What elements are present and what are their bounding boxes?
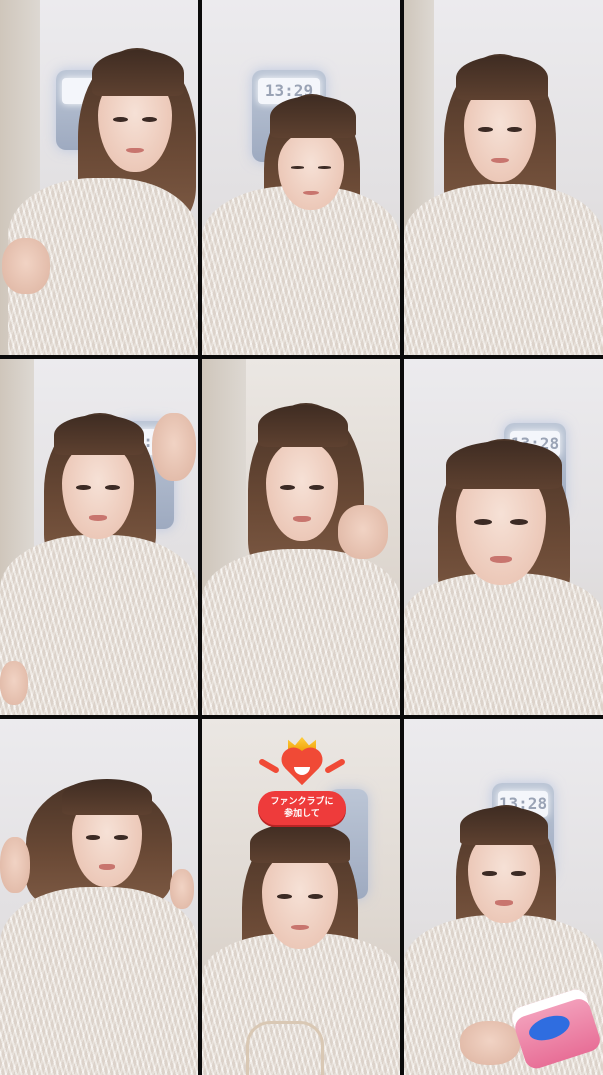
hand bbox=[2, 238, 50, 294]
heart-arm bbox=[257, 757, 281, 775]
fuzzy-sweater bbox=[202, 186, 400, 355]
bangs bbox=[62, 779, 152, 815]
bangs bbox=[92, 50, 184, 96]
video-tile-1[interactable] bbox=[0, 0, 198, 355]
video-tile-5[interactable] bbox=[202, 359, 400, 715]
video-tile-4[interactable]: 13:28 bbox=[0, 359, 198, 715]
video-tile-6[interactable]: 13:28 bbox=[404, 359, 603, 715]
bag-handle bbox=[246, 1021, 324, 1075]
fuzzy-sweater bbox=[404, 184, 603, 355]
bangs bbox=[54, 415, 144, 455]
heart-arm bbox=[323, 757, 347, 775]
fuzzy-sweater bbox=[0, 535, 198, 715]
bangs bbox=[270, 96, 356, 138]
bangs bbox=[258, 405, 348, 447]
video-grid: 13:29 13:28 13:28 ファンクラブに 参加して 13:28 bbox=[0, 0, 603, 1075]
fan-club-sticker[interactable]: ファンクラブに 参加して bbox=[252, 737, 352, 833]
video-tile-9[interactable]: 13:28 bbox=[404, 719, 603, 1075]
video-tile-2[interactable]: 13:29 bbox=[202, 0, 400, 355]
sticker-line-1: ファンクラブに bbox=[270, 797, 334, 807]
fuzzy-sweater bbox=[0, 887, 198, 1075]
video-tile-8[interactable]: ファンクラブに 参加して bbox=[202, 719, 400, 1075]
hand bbox=[170, 869, 194, 909]
sticker-line-2: 参加して bbox=[284, 809, 320, 819]
video-tile-3[interactable] bbox=[404, 0, 603, 355]
tub-label bbox=[525, 1011, 573, 1045]
fuzzy-sweater bbox=[202, 549, 400, 715]
bangs bbox=[446, 441, 562, 489]
bangs bbox=[456, 56, 548, 100]
hand bbox=[152, 413, 196, 481]
hand bbox=[0, 661, 28, 705]
fuzzy-sweater bbox=[404, 573, 603, 715]
hand bbox=[0, 837, 30, 893]
hand bbox=[460, 1021, 520, 1065]
hand bbox=[338, 505, 388, 559]
bangs bbox=[460, 807, 548, 845]
fan-club-bubble[interactable]: ファンクラブに 参加して bbox=[258, 791, 346, 825]
video-tile-7[interactable] bbox=[0, 719, 198, 1075]
